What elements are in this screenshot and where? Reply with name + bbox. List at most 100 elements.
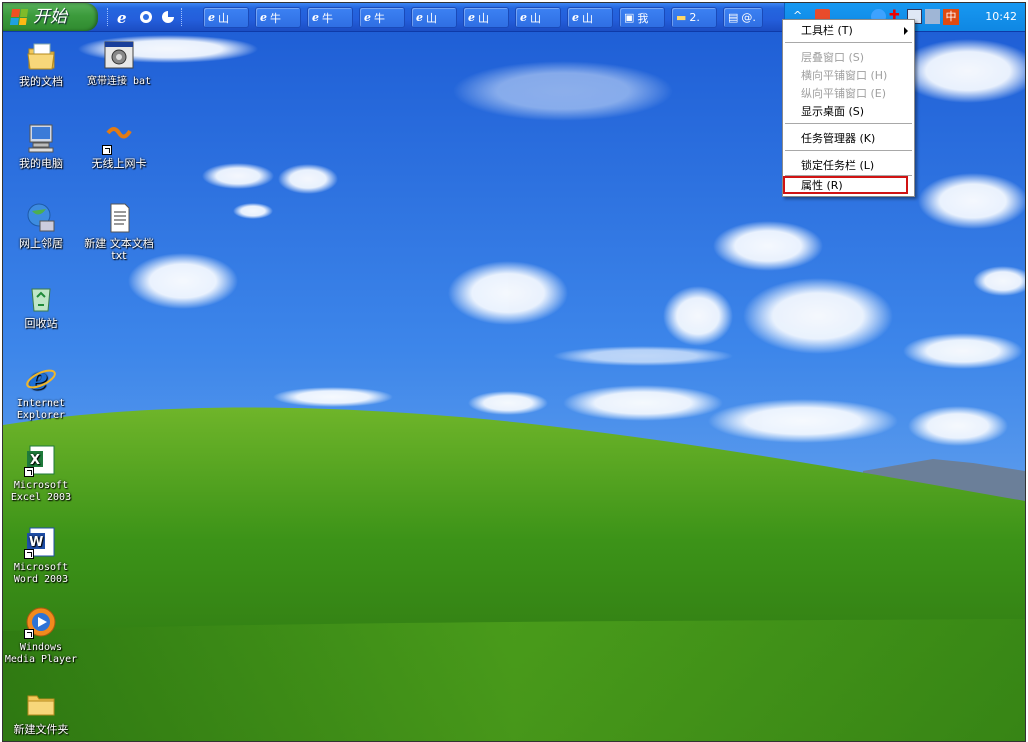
desktop-icon-label: 我的电脑 (19, 157, 63, 170)
ie-icon: e (572, 11, 579, 24)
desktop-icon-network-places[interactable]: 网上邻居 (3, 201, 79, 250)
shortcut-arrow-icon (102, 145, 112, 155)
task-button-label: @. (741, 11, 756, 24)
ie-icon: e (260, 11, 267, 24)
ie-icon: e (520, 11, 527, 24)
desktop-icon-internet-explorer[interactable]: e Internet Explorer (3, 361, 79, 422)
desktop-icon-label: Internet Explorer (16, 398, 66, 421)
my-computer-icon (24, 121, 58, 155)
task-button[interactable]: e山 (515, 7, 561, 28)
task-button-label: 山 (530, 11, 541, 25)
desktop-icon-label: 无线上网卡 (91, 157, 147, 170)
desktop-icon-label: Microsoft Excel 2003 (10, 480, 72, 503)
my-documents-icon (24, 39, 58, 73)
excel-icon: X (24, 443, 58, 477)
desktop-icon-label: Windows Media Player (4, 642, 78, 665)
word-icon: W (24, 525, 58, 559)
desktop-icon-label: 新建 文本文档 txt (84, 237, 154, 262)
task-button[interactable]: e山 (203, 7, 249, 28)
task-button[interactable]: e山 (411, 7, 457, 28)
menu-item-tile-vertically[interactable]: 纵向平铺窗口 (E) (783, 85, 914, 102)
desktop-icon-label: 网上邻居 (19, 237, 63, 250)
desktop-icon-wireless-card[interactable]: 无线上网卡 (81, 121, 157, 170)
menu-item-lock-taskbar[interactable]: 锁定任务栏 (L) (783, 157, 914, 174)
network-places-icon (24, 201, 58, 235)
menu-item-cascade-windows[interactable]: 层叠窗口 (S) (783, 49, 914, 66)
desktop-icon-broadband-bat[interactable]: 宽带连接 bat (81, 39, 157, 88)
task-button[interactable]: e山 (567, 7, 613, 28)
wireless-card-icon (102, 121, 136, 155)
desktop-icon-label: 新建文件夹 (13, 723, 69, 736)
start-button[interactable]: 开始 (3, 3, 98, 31)
svg-text:X: X (30, 453, 40, 468)
text-file-icon (102, 201, 136, 235)
computer-network-icon[interactable] (925, 9, 940, 24)
quick-launch: e (107, 7, 185, 27)
start-label: 开始 (33, 7, 67, 27)
menu-item-label: 纵向平铺窗口 (E) (801, 87, 887, 100)
ie-icon: e (364, 11, 371, 24)
task-button-label: 牛 (270, 11, 281, 25)
ie-icon: e (208, 11, 215, 24)
task-button[interactable]: e牛 (307, 7, 353, 28)
submenu-arrow-icon (904, 27, 908, 35)
menu-separator (785, 150, 912, 151)
ie-icon: e (416, 11, 423, 24)
menu-item-show-desktop[interactable]: 显示桌面 (S) (783, 103, 914, 120)
desktop-icon-my-computer[interactable]: 我的电脑 (3, 121, 79, 170)
toolbar-grip[interactable] (181, 8, 185, 26)
ie-icon: e (468, 11, 475, 24)
ime-icon[interactable]: 中 (943, 9, 959, 25)
desktop-icon-label: Microsoft Word 2003 (13, 562, 69, 585)
menu-separator (785, 42, 912, 43)
menu-item-toolbars[interactable]: 工具栏 (T) (783, 22, 914, 39)
taskbar-context-menu: 工具栏 (T) 层叠窗口 (S) 横向平铺窗口 (H) 纵向平铺窗口 (E) 显… (782, 19, 915, 197)
task-button[interactable]: e牛 (255, 7, 301, 28)
toolbar-grip[interactable] (107, 8, 111, 26)
menu-separator (785, 123, 912, 124)
media-player-icon (24, 605, 58, 639)
task-button[interactable]: e山 (463, 7, 509, 28)
task-button-label: 2. (689, 11, 700, 24)
desktop-icon-my-documents[interactable]: 我的文档 (3, 39, 79, 88)
menu-item-label: 任务管理器 (K) (801, 132, 876, 145)
folder-icon (24, 687, 58, 721)
media-icon[interactable] (159, 8, 177, 26)
task-button[interactable]: ▣ 我 (619, 7, 665, 28)
desktop-icon-label: 回收站 (24, 317, 58, 330)
task-button[interactable]: ▤ @. (723, 7, 763, 28)
task-button-label: 山 (582, 11, 593, 25)
menu-item-label: 横向平铺窗口 (H) (801, 69, 888, 82)
menu-item-tile-horizontally[interactable]: 横向平铺窗口 (H) (783, 67, 914, 84)
desktop-icon-label: 宽带连接 bat (86, 76, 152, 87)
batch-file-icon (102, 39, 136, 73)
menu-item-label: 锁定任务栏 (L) (801, 159, 875, 172)
computer-icon: ▣ (624, 11, 635, 24)
highlight-box (783, 176, 908, 194)
windows-logo-icon (9, 9, 29, 25)
desktop-icon-new-text-file[interactable]: 新建 文本文档 txt (81, 201, 157, 262)
menu-item-label: 层叠窗口 (S) (801, 51, 865, 64)
folder-icon: ▬ (676, 11, 687, 24)
desktop-icon-new-folder[interactable]: 新建文件夹 (3, 687, 79, 736)
task-button-label: 山 (426, 11, 437, 25)
menu-item-label: 工具栏 (T) (801, 24, 853, 37)
task-button-label: 牛 (374, 11, 385, 25)
task-button[interactable]: e牛 (359, 7, 405, 28)
ie-icon: e (312, 11, 319, 24)
task-button-label: 山 (218, 11, 229, 25)
screen: 我的文档 宽带连接 bat 我的电脑 无线上网卡 网上邻居 新建 文本文档 tx… (2, 2, 1026, 742)
internet-explorer-icon: e (24, 361, 58, 397)
desktop-icon-recycle-bin[interactable]: 回收站 (3, 281, 79, 330)
task-button[interactable]: ▬ 2. (671, 7, 717, 28)
show-desktop-icon[interactable] (137, 8, 155, 26)
menu-item-label: 显示桌面 (S) (801, 105, 865, 118)
svg-text:e: e (117, 9, 127, 25)
task-button-label: 我 (637, 11, 649, 25)
desktop-icon-media-player[interactable]: Windows Media Player (3, 605, 79, 666)
desktop-icon-word[interactable]: W Microsoft Word 2003 (3, 525, 79, 586)
clock[interactable]: 10:42 (985, 10, 1017, 23)
menu-item-task-manager[interactable]: 任务管理器 (K) (783, 130, 914, 147)
ie-icon[interactable]: e (115, 8, 133, 26)
desktop-icon-excel[interactable]: X Microsoft Excel 2003 (3, 443, 79, 504)
